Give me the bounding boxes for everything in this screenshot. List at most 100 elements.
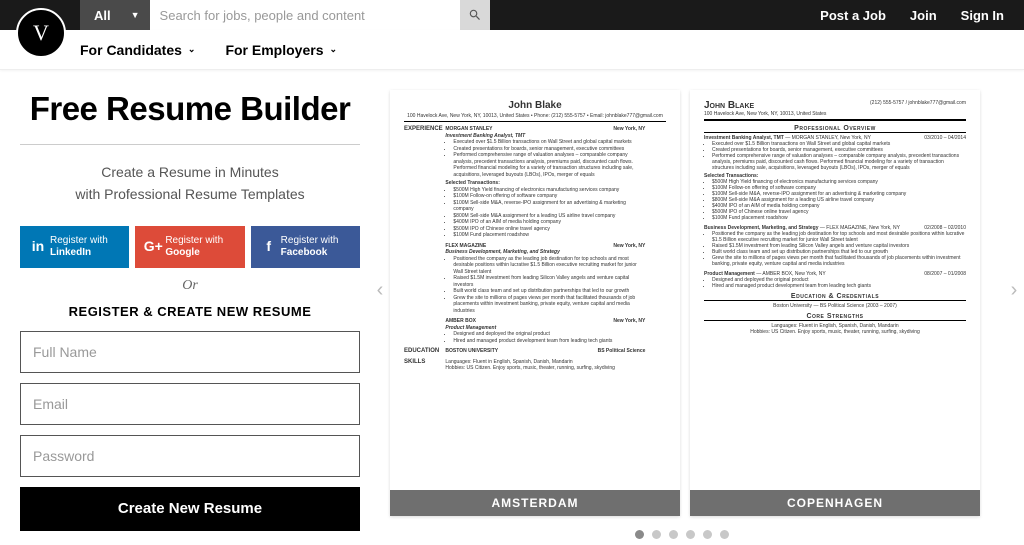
top-bar: All ▼ Post a Job Join Sign In bbox=[0, 0, 1024, 30]
sec-exp: EXPERIENCE bbox=[404, 126, 444, 132]
job2-co: AMBER BOX bbox=[445, 318, 476, 324]
sk-hob: Hobbies: US Citizen. Enjoy sports, music… bbox=[445, 365, 645, 372]
b: Raised $1.5M investment from leading Sil… bbox=[453, 275, 645, 288]
b: Grew the site to millions of pages views… bbox=[712, 255, 966, 267]
b: Hired and managed product development te… bbox=[453, 338, 645, 345]
logo[interactable]: V bbox=[16, 8, 66, 58]
tagline-2: with Professional Resume Templates bbox=[20, 183, 360, 205]
template-preview: John Blake 100 Havelock Ave, New York, N… bbox=[690, 90, 980, 490]
search-icon bbox=[468, 8, 482, 22]
or-divider: Or bbox=[20, 278, 360, 294]
j0d: 03/2010 – 04/2014 bbox=[924, 135, 966, 141]
b: Performed comprehensive range of valuati… bbox=[712, 153, 966, 171]
templates-row: John Blake 100 Havelock Ave, New York, N… bbox=[390, 90, 1004, 516]
search-box bbox=[150, 0, 490, 30]
nav-employers[interactable]: For Employers ⌄ bbox=[225, 42, 337, 58]
carousel-dot[interactable] bbox=[703, 530, 712, 539]
email-field[interactable] bbox=[20, 383, 360, 425]
chevron-down-icon: ⌄ bbox=[188, 44, 196, 55]
register-heading: REGISTER & CREATE NEW RESUME bbox=[20, 304, 360, 319]
edu-body: BOSTON UNIVERSITY BS Political Science bbox=[445, 348, 645, 355]
j2d: 08/2007 – 01/2008 bbox=[924, 271, 966, 277]
d: $100M Fund placement roadshow bbox=[712, 215, 966, 221]
carousel-dot[interactable] bbox=[669, 530, 678, 539]
sec-skills: SKILLS bbox=[404, 359, 444, 365]
create-resume-button[interactable]: Create New Resume bbox=[20, 487, 360, 531]
signup-panel: Free Resume Builder Create a Resume in M… bbox=[20, 90, 360, 539]
sec-edu-cred: Education & Credentials bbox=[704, 293, 966, 301]
linkedin-button[interactable]: in Register withLinkedIn bbox=[20, 226, 129, 268]
google-l1: Register with bbox=[165, 235, 223, 247]
tagline: Create a Resume in Minutes with Professi… bbox=[20, 161, 360, 206]
sec-core: Core Strengths bbox=[704, 313, 966, 321]
facebook-l1: Register with bbox=[281, 235, 339, 247]
facebook-icon: f bbox=[257, 238, 281, 255]
linkedin-l2: LinkedIn bbox=[50, 247, 91, 258]
b: Positioned the company as the leading jo… bbox=[712, 231, 966, 243]
page-title: Free Resume Builder bbox=[20, 90, 360, 128]
category-label: All bbox=[94, 8, 111, 23]
sec-overview: Professional Overview bbox=[704, 125, 966, 133]
google-button[interactable]: G+ Register withGoogle bbox=[135, 226, 244, 268]
nav-candidates-label: For Candidates bbox=[80, 42, 182, 58]
resume-name: John Blake bbox=[404, 100, 666, 111]
top-links: Post a Job Join Sign In bbox=[820, 8, 1004, 23]
google-icon: G+ bbox=[141, 238, 165, 255]
search-button[interactable] bbox=[460, 0, 490, 30]
name-field[interactable] bbox=[20, 331, 360, 373]
edu-deg: BS Political Science bbox=[598, 348, 646, 355]
category-dropdown[interactable]: All ▼ bbox=[80, 0, 150, 30]
template-card-copenhagen[interactable]: John Blake 100 Havelock Ave, New York, N… bbox=[690, 90, 980, 516]
b: Hired and managed product development te… bbox=[712, 283, 966, 289]
google-l2: Google bbox=[165, 247, 199, 258]
job0-loc: New York, NY bbox=[613, 126, 645, 133]
carousel-next[interactable]: › bbox=[1004, 270, 1024, 310]
chevron-down-icon: ▼ bbox=[131, 10, 140, 20]
d: $100M Fund placement roadshow bbox=[453, 232, 645, 239]
nav-employers-label: For Employers bbox=[225, 42, 323, 58]
sign-in-link[interactable]: Sign In bbox=[961, 8, 1004, 23]
post-job-link[interactable]: Post a Job bbox=[820, 8, 886, 23]
b: Built world class team and set up distri… bbox=[453, 288, 645, 295]
divider bbox=[20, 144, 360, 145]
nav-row: V For Candidates ⌄ For Employers ⌄ bbox=[0, 30, 1024, 70]
carousel-dot[interactable] bbox=[635, 530, 644, 539]
password-field[interactable] bbox=[20, 435, 360, 477]
d: $100M Sell-side M&A, reverse-IPO assignm… bbox=[453, 200, 645, 213]
chevron-down-icon: ⌄ bbox=[329, 44, 337, 55]
facebook-l2: Facebook bbox=[281, 247, 328, 258]
resume-addr: 100 Havelock Ave, New York, NY, 10013, U… bbox=[704, 111, 826, 117]
carousel-prev[interactable]: ‹ bbox=[370, 270, 390, 310]
core-hob: Hobbies: US Citizen. Enjoy sports, music… bbox=[704, 329, 966, 335]
carousel-dot[interactable] bbox=[720, 530, 729, 539]
join-link[interactable]: Join bbox=[910, 8, 937, 23]
sec-edu: EDUCATION bbox=[404, 348, 444, 354]
resume-contact: 100 Havelock Ave, New York, NY, 10013, U… bbox=[404, 113, 666, 122]
skills-body: Languages: Fluent in English, Spanish, D… bbox=[445, 359, 645, 372]
edu-school: BOSTON UNIVERSITY bbox=[445, 348, 498, 354]
carousel-dots bbox=[360, 530, 1004, 539]
nav-candidates[interactable]: For Candidates ⌄ bbox=[80, 42, 195, 58]
b: Positioned the company as the leading jo… bbox=[453, 256, 645, 276]
linkedin-icon: in bbox=[26, 238, 50, 255]
job2-loc: New York, NY bbox=[613, 318, 645, 325]
template-carousel: ‹ › John Blake 100 Havelock Ave, New Yor… bbox=[390, 90, 1024, 539]
job0-co: MORGAN STANLEY bbox=[445, 126, 492, 132]
job1-loc: New York, NY bbox=[613, 243, 645, 250]
template-label: COPENHAGEN bbox=[690, 490, 980, 516]
tagline-1: Create a Resume in Minutes bbox=[20, 161, 360, 183]
carousel-dot[interactable] bbox=[686, 530, 695, 539]
search-input[interactable] bbox=[150, 0, 460, 30]
social-buttons: in Register withLinkedIn G+ Register wit… bbox=[20, 226, 360, 268]
carousel-dot[interactable] bbox=[652, 530, 661, 539]
b: Executed over $1.5 Billion transactions … bbox=[453, 139, 645, 146]
r-email: johnblake777@gmail.com bbox=[908, 100, 966, 106]
r-phone: (212) 555-5757 bbox=[870, 100, 904, 106]
template-preview: John Blake 100 Havelock Ave, New York, N… bbox=[390, 90, 680, 490]
linkedin-l1: Register with bbox=[50, 235, 108, 247]
facebook-button[interactable]: f Register withFacebook bbox=[251, 226, 360, 268]
main-content: Free Resume Builder Create a Resume in M… bbox=[0, 70, 1024, 539]
template-label: AMSTERDAM bbox=[390, 490, 680, 516]
template-card-amsterdam[interactable]: John Blake 100 Havelock Ave, New York, N… bbox=[390, 90, 680, 516]
job1-co: FLEX MAGAZINE bbox=[445, 243, 486, 249]
